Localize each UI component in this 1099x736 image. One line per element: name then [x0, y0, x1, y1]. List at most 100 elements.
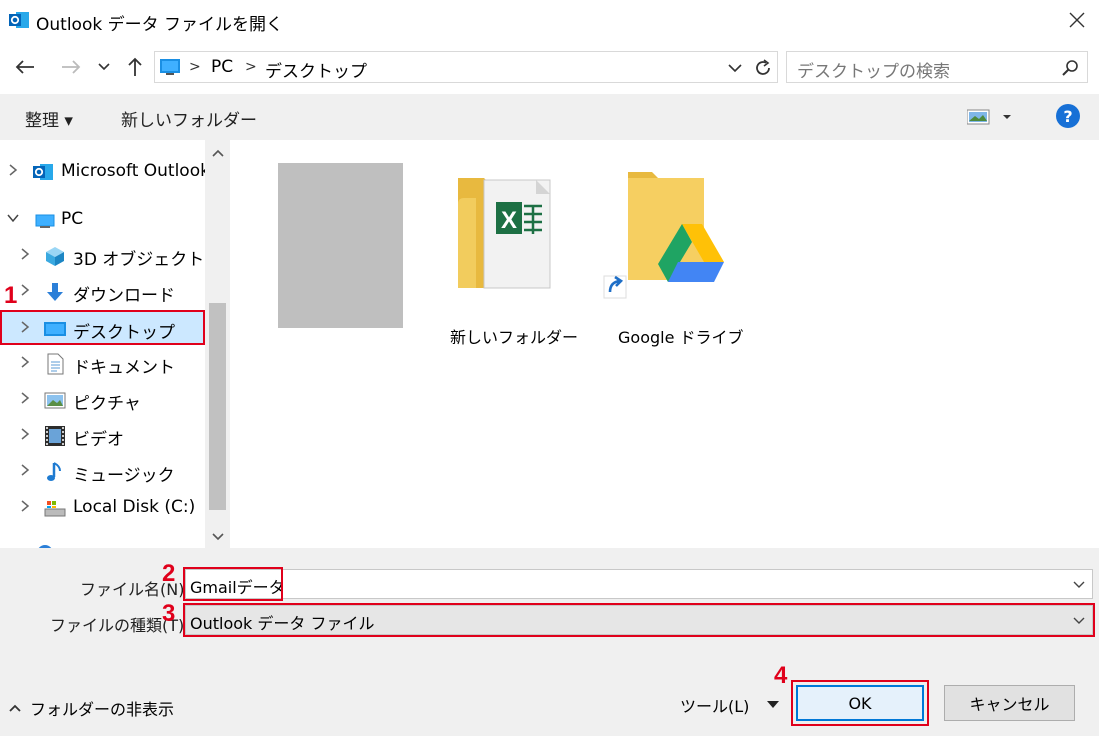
chevron-up-icon[interactable]	[211, 148, 225, 158]
chevron-right-icon	[21, 321, 30, 333]
breadcrumb-desktop[interactable]: デスクトップ	[265, 57, 367, 82]
chevron-down-icon[interactable]	[211, 532, 225, 542]
file-label: Google ドライブ	[618, 328, 744, 347]
sidebar-scrollbar[interactable]	[205, 140, 230, 548]
sidebar-item-pc[interactable]: PC	[0, 204, 205, 236]
folder-google-drive-icon	[603, 172, 724, 299]
sidebar-item-label: ドキュメント	[73, 358, 175, 378]
dialog-footer: ファイル名(N): Gmailデータ 2 ファイルの種類(T): Outlook…	[0, 548, 1099, 736]
gray-thumbnail[interactable]	[278, 163, 403, 328]
svg-text:X: X	[501, 207, 517, 234]
sidebar-item-music[interactable]: ミュージック	[0, 456, 205, 488]
step-annotation-3: 3	[162, 600, 176, 627]
sidebar-item-label: Local Disk (C:)	[73, 497, 196, 517]
chevron-right-icon	[21, 464, 30, 476]
refresh-icon[interactable]	[752, 58, 774, 78]
arrow-right-icon	[62, 60, 81, 74]
search-input[interactable]: デスクトップの検索	[786, 51, 1088, 83]
step-annotation-4: 4	[774, 662, 788, 689]
chevron-down-icon[interactable]	[1072, 614, 1086, 626]
view-options-icon[interactable]	[967, 108, 1015, 126]
pictures-icon	[44, 392, 66, 409]
sidebar-item-outlook[interactable]: Microsoft Outlook	[0, 156, 210, 188]
sidebar-item-local-disk[interactable]: Local Disk (C:)	[0, 492, 205, 524]
sidebar-item-label: Microsoft Outlook	[61, 161, 210, 181]
scrollbar-thumb[interactable]	[209, 303, 226, 510]
sidebar-item-pictures[interactable]: ピクチャ	[0, 384, 205, 416]
recent-locations-button[interactable]	[94, 52, 114, 82]
chevron-down-icon[interactable]	[725, 58, 745, 78]
filename-value: Gmailデータ	[190, 578, 285, 597]
sidebar-item-label: ダウンロード	[73, 286, 175, 306]
chevron-right-icon	[21, 248, 30, 260]
chevron-right-icon	[21, 428, 30, 440]
chevron-right-icon	[21, 392, 30, 404]
arrow-up-icon	[128, 57, 142, 76]
sidebar-item-label: ビデオ	[73, 430, 124, 450]
sidebar-item-label: ミュージック	[73, 466, 175, 486]
new-folder-button[interactable]: 新しいフォルダー	[121, 106, 257, 131]
sidebar-item-downloads[interactable]: ダウンロード	[0, 276, 205, 308]
3d-objects-icon	[46, 247, 64, 266]
back-button[interactable]	[10, 52, 40, 82]
desktop-icon	[44, 322, 66, 336]
video-icon	[45, 426, 65, 446]
breadcrumb-pc[interactable]: PC	[211, 57, 233, 77]
breadcrumb-separator: >	[245, 59, 257, 75]
sidebar-item-desktop[interactable]: デスクトップ	[0, 310, 205, 345]
pc-icon	[35, 214, 55, 228]
sidebar-item-documents[interactable]: ドキュメント	[0, 348, 205, 380]
disk-icon	[44, 501, 66, 517]
chevron-right-icon	[21, 500, 30, 512]
forward-button[interactable]	[56, 52, 86, 82]
ok-button[interactable]: OK	[796, 685, 924, 721]
navigation-pane: Microsoft Outlook PC 3D オブジェクト ダウンロード デス…	[0, 140, 230, 548]
up-button[interactable]	[122, 52, 148, 82]
folder-excel-icon: X	[458, 178, 551, 289]
file-list: X 新しいフォルダー Google ドライブ	[232, 140, 1099, 548]
arrow-left-icon	[15, 60, 34, 74]
organize-menu[interactable]: 整理 ▾	[25, 106, 73, 131]
command-toolbar: 整理 ▾ 新しいフォルダー ?	[0, 94, 1099, 140]
sidebar-item-label: デスクトップ	[73, 323, 175, 343]
sidebar-item-network-partial[interactable]	[0, 538, 205, 548]
hide-folders-label: フォルダーの非表示	[30, 700, 175, 719]
outlook-icon	[33, 164, 53, 180]
chevron-up-icon	[9, 704, 21, 712]
breadcrumb-separator: >	[189, 59, 201, 75]
sidebar-item-label: ピクチャ	[73, 394, 141, 414]
sidebar-item-label: PC	[61, 209, 84, 229]
close-button[interactable]	[1060, 4, 1094, 36]
chevron-down-icon[interactable]	[1072, 578, 1086, 590]
title-bar: Outlook データ ファイルを開く	[0, 0, 1099, 40]
tools-label: ツール(L)	[680, 697, 750, 716]
chevron-down-icon	[98, 63, 110, 71]
filetype-select[interactable]: Outlook データ ファイル	[185, 605, 1093, 635]
filetype-value: Outlook データ ファイル	[190, 614, 375, 633]
search-placeholder: デスクトップの検索	[797, 62, 950, 82]
chevron-down-icon	[7, 214, 19, 223]
pc-icon	[160, 59, 180, 75]
file-label: 新しいフォルダー	[450, 328, 579, 347]
caret-down-icon	[767, 701, 780, 708]
outlook-icon	[9, 12, 29, 28]
step-annotation-2: 2	[162, 560, 176, 587]
download-icon	[47, 283, 63, 301]
cancel-button[interactable]: キャンセル	[944, 685, 1075, 721]
address-bar[interactable]: > PC > デスクトップ	[154, 51, 778, 83]
help-button[interactable]: ?	[1056, 104, 1080, 128]
file-item-google-drive[interactable]: Google ドライブ	[602, 164, 744, 347]
sidebar-item-3d-objects[interactable]: 3D オブジェクト	[0, 240, 205, 272]
search-icon[interactable]	[1061, 59, 1079, 77]
tools-menu[interactable]: ツール(L)	[680, 693, 780, 717]
chevron-right-icon	[9, 164, 18, 176]
document-icon	[47, 353, 64, 375]
close-icon	[1069, 12, 1085, 28]
filename-field[interactable]: Gmailデータ	[185, 569, 1093, 599]
step-annotation-1: 1	[4, 282, 18, 309]
hide-folders-button[interactable]: フォルダーの非表示	[8, 696, 174, 720]
sidebar-item-label: 3D オブジェクト	[73, 250, 205, 270]
chevron-right-icon	[21, 356, 30, 368]
file-item-new-folder[interactable]: X 新しいフォルダー	[442, 164, 578, 347]
sidebar-item-videos[interactable]: ビデオ	[0, 420, 205, 452]
